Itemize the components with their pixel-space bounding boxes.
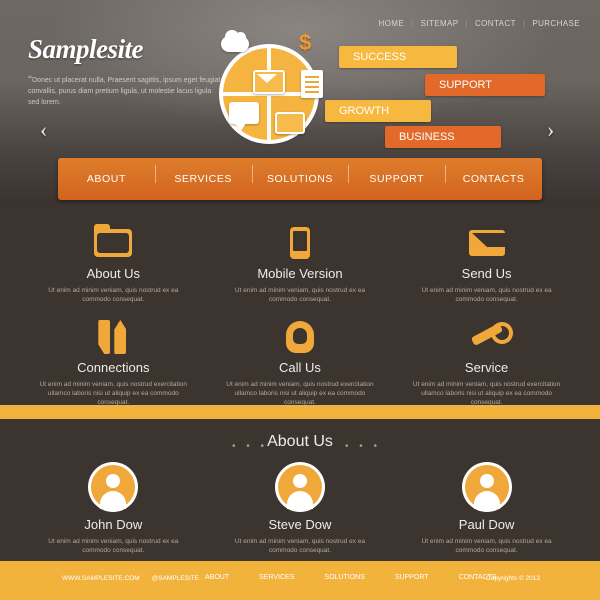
avatar <box>277 465 322 509</box>
site-logo[interactable]: Samplesite <box>28 34 144 65</box>
service-icon-wrap <box>393 220 580 266</box>
avatar <box>91 465 136 509</box>
service-card-about-us[interactable]: About Us Ut enim ad minim veniam, quis n… <box>20 220 207 304</box>
team-member-text: Ut enim ad minim veniam, quis nostrud ex… <box>48 538 179 554</box>
footer-link-support[interactable]: SUPPORT <box>395 574 459 581</box>
team-member-steve-dow[interactable]: Steve Dow Ut enim ad minim veniam, quis … <box>207 465 394 555</box>
nav-item-about[interactable]: ABOUT <box>58 173 155 185</box>
services-section: About Us Ut enim ad minim veniam, quis n… <box>0 204 600 406</box>
section-divider <box>0 405 600 419</box>
webpage-mockup: HOME | SITEMAP | CONTACT | PURCHASE Samplesite… <box>0 0 600 600</box>
wrench-icon <box>469 322 505 352</box>
service-text: Ut enim ad minim veniam, quis nostrud ex… <box>48 287 179 303</box>
team-member-name: John Dow <box>84 517 143 532</box>
service-text: Ut enim ad minim veniam, quis nostrud ex… <box>421 287 552 303</box>
footer-copyright: Copyrights © 2013 <box>486 575 540 582</box>
dots-right-decoration: • • • <box>345 441 382 452</box>
folder-icon <box>94 224 133 257</box>
service-title: Mobile Version <box>257 266 343 281</box>
top-nav-separator: | <box>411 19 414 28</box>
nav-item-services[interactable]: SERVICES <box>154 165 252 185</box>
service-text: Ut enim ad minim veniam, quis nostrud ex… <box>226 381 374 406</box>
top-nav-contact[interactable]: CONTACT <box>469 19 522 28</box>
site-footer: WWW.SAMPLESITE.COM @SAMPLESITE ABOUT SERVI… <box>0 561 600 600</box>
team-member-name: Steve Dow <box>268 517 332 532</box>
footer-twitter-handle[interactable]: @SAMPLESITE <box>152 575 211 582</box>
services-grid: About Us Ut enim ad minim veniam, quis n… <box>20 220 580 417</box>
top-navigation: HOME | SITEMAP | CONTACT | PURCHASE <box>372 19 586 28</box>
main-navigation: ABOUT SERVICES SOLUTIONS SUPPORT CONTACT… <box>58 158 542 200</box>
about-title: About Us <box>267 433 333 450</box>
nav-item-solutions[interactable]: SOLUTIONS <box>251 165 349 185</box>
chat-bubble-icon <box>229 102 259 131</box>
service-card-call-us[interactable]: Call Us Ut enim ad minim veniam, quis no… <box>207 314 394 407</box>
chat-bubble-small-icon <box>275 112 305 134</box>
service-icon-wrap <box>207 220 394 266</box>
service-title: Service <box>464 360 509 375</box>
service-card-service[interactable]: Service Ut enim ad minim veniam, quis no… <box>393 314 580 407</box>
mobile-phone-icon <box>289 227 310 259</box>
nav-item-contacts[interactable]: CONTACTS <box>445 165 542 185</box>
banner-business: BUSINESS <box>385 126 501 148</box>
service-icon-wrap <box>20 220 207 266</box>
service-icon-wrap <box>393 314 580 360</box>
footer-link-services[interactable]: SERVICES <box>259 574 324 581</box>
service-text: Ut enim ad minim veniam, quis nostrud ex… <box>412 381 561 406</box>
service-title: Connections <box>77 360 150 375</box>
service-card-mobile-version[interactable]: Mobile Version Ut enim ad minim veniam, … <box>207 220 394 304</box>
team-member-text: Ut enim ad minim veniam, quis nostrud ex… <box>234 538 365 554</box>
top-nav-purchase[interactable]: PURCHASE <box>526 19 586 28</box>
team-member-paul-dow[interactable]: Paul Dow Ut enim ad minim veniam, quis n… <box>393 465 580 555</box>
team-member-john-dow[interactable]: John Dow Ut enim ad minim veniam, quis n… <box>20 465 207 555</box>
header-tagline: “Donec ut placerat nulla, Praesent sagit… <box>28 74 223 108</box>
banner-support: SUPPORT <box>425 74 545 96</box>
team-member-text: Ut enim ad minim veniam, quis nostrud ex… <box>421 538 552 554</box>
team-member-name: Paul Dow <box>458 517 515 532</box>
banner-growth: GROWTH <box>325 100 431 122</box>
envelope-icon <box>468 230 532 256</box>
service-icon-wrap <box>207 314 394 360</box>
service-icon-wrap <box>20 314 207 360</box>
footer-links: ABOUT SERVICES SOLUTIONS SUPPORT CONTACTS <box>205 574 527 581</box>
service-text: Ut enim ad minim veniam, quis nostrud ex… <box>39 381 188 406</box>
two-arrows-icon <box>98 320 128 354</box>
about-section: About Us • • • • • • John Dow Ut enim ad… <box>0 419 600 561</box>
envelope-icon <box>253 70 285 94</box>
service-title: Call Us <box>279 360 321 375</box>
dots-left-decoration: • • • <box>232 441 269 452</box>
service-title: Send Us <box>461 266 512 281</box>
globe-illustration: $ <box>205 26 335 144</box>
dollar-icon: $ <box>299 30 312 55</box>
top-nav-home[interactable]: HOME <box>372 19 410 28</box>
document-icon <box>301 70 323 98</box>
ear-icon <box>285 321 314 353</box>
nav-item-support[interactable]: SUPPORT <box>348 165 445 185</box>
banner-success: SUCCESS <box>339 46 457 68</box>
footer-left: WWW.SAMPLESITE.COM @SAMPLESITE <box>62 575 211 582</box>
service-title: About Us <box>86 266 141 281</box>
slider-next-arrow[interactable]: › <box>547 117 554 143</box>
slider-prev-arrow[interactable]: ‹ <box>40 117 47 143</box>
service-card-send-us[interactable]: Send Us Ut enim ad minim veniam, quis no… <box>393 220 580 304</box>
team-grid: John Dow Ut enim ad minim veniam, quis n… <box>20 465 580 555</box>
footer-link-solutions[interactable]: SOLUTIONS <box>324 574 394 581</box>
footer-site-url[interactable]: WWW.SAMPLESITE.COM <box>62 575 152 582</box>
service-card-connections[interactable]: Connections Ut enim ad minim veniam, qui… <box>20 314 207 407</box>
cloud-icon <box>221 30 249 52</box>
service-text: Ut enim ad minim veniam, quis nostrud ex… <box>234 287 365 303</box>
footer-link-about[interactable]: ABOUT <box>205 574 259 581</box>
top-nav-sitemap[interactable]: SITEMAP <box>415 19 465 28</box>
tagline-text: Donec ut placerat nulla, Praesent sagitt… <box>28 77 221 106</box>
avatar <box>464 465 509 509</box>
